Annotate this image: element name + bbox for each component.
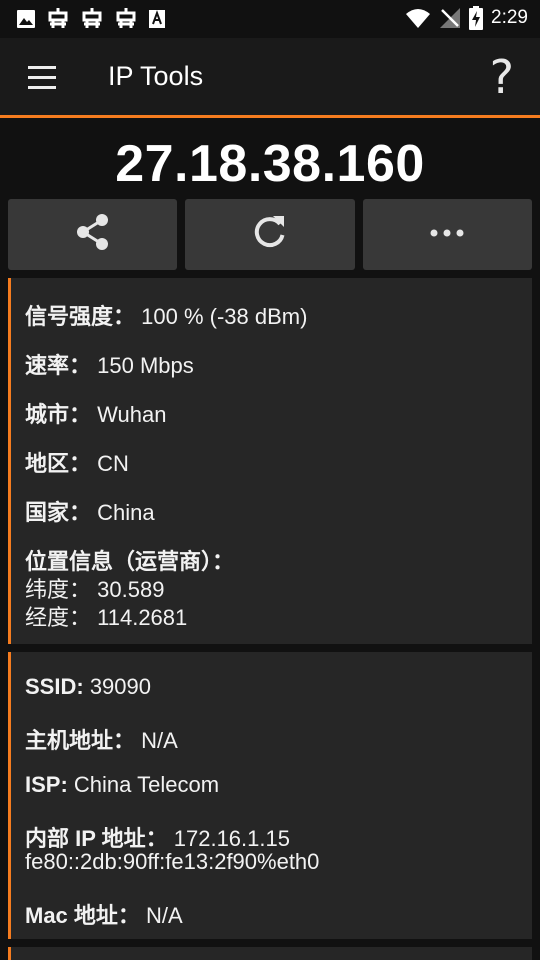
public-ip-address: 27.18.38.160: [115, 135, 425, 193]
app-bar: IP Tools ?: [0, 38, 540, 118]
ssid-label: SSID:: [25, 674, 84, 699]
host-address-label: 主机地址：: [25, 728, 136, 753]
mac-address-value: N/A: [146, 903, 183, 928]
link-speed-row: 速率： 150 Mbps: [25, 348, 194, 380]
latitude-value: 30.589: [97, 577, 165, 602]
battery-charging-icon: [469, 6, 484, 30]
help-icon[interactable]: ?: [490, 50, 514, 104]
app-title: IP Tools: [108, 61, 204, 91]
latitude-label: 纬度：: [25, 577, 92, 602]
image-icon: [16, 9, 36, 29]
status-time: 2:29: [491, 7, 528, 28]
city-row: 城市： Wuhan: [25, 397, 166, 429]
isp-value: China Telecom: [73, 772, 220, 797]
host-address-row: 主机地址： N/A: [25, 723, 178, 755]
bug-icon: [46, 7, 70, 31]
connection-info-card: SSID: 39090 主机地址： N/A ISP: China Telecom…: [8, 652, 532, 939]
share-button[interactable]: [8, 199, 178, 270]
link-speed-label: 速率：: [25, 353, 92, 378]
mac-address-row: Mac 地址： N/A: [25, 898, 183, 930]
status-bar-left: [16, 7, 166, 31]
host-address-value: N/A: [141, 728, 178, 753]
isp-label: ISP:: [25, 772, 68, 797]
link-speed-value: 150 Mbps: [97, 353, 194, 378]
action-bar: [8, 199, 532, 270]
longitude-value: 114.2681: [97, 605, 188, 630]
mac-address-label: Mac 地址：: [25, 903, 140, 928]
more-button[interactable]: [362, 199, 532, 270]
region-label: 地区：: [25, 451, 92, 476]
hamburger-menu-icon[interactable]: [26, 66, 58, 90]
status-bar: 2:29: [0, 0, 540, 38]
signal-strength-value: 100 % (-38 dBm): [141, 304, 308, 329]
ipv6-value: fe80::2db:90ff:fe13:2f90%eth0: [25, 849, 320, 874]
network-info-card: 信号强度： 100 % (-38 dBm) 速率： 150 Mbps 城市： W…: [8, 278, 532, 644]
country-value: China: [97, 500, 155, 525]
city-value: Wuhan: [97, 402, 167, 427]
internal-ip-label: 内部 IP 地址：: [25, 826, 168, 851]
ssid-row: SSID: 39090: [25, 674, 151, 700]
region-value: CN: [97, 451, 129, 476]
ipv6-row: fe80::2db:90ff:fe13:2f90%eth0: [25, 849, 319, 875]
font-icon: [148, 9, 166, 29]
refresh-icon: [251, 213, 289, 256]
longitude-row: 经度： 114.2681: [25, 600, 187, 632]
location-label: 位置信息（运营商）：: [25, 549, 235, 574]
country-row: 国家： China: [25, 495, 155, 527]
region-row: 地区： CN: [25, 446, 129, 478]
bug-icon: [80, 7, 104, 31]
wifi-icon: [405, 7, 431, 29]
city-label: 城市：: [25, 402, 92, 427]
more-icon: [429, 226, 465, 244]
bug-icon: [114, 7, 138, 31]
no-signal-icon: [439, 7, 461, 29]
next-card: [8, 947, 532, 960]
signal-strength-row: 信号强度： 100 % (-38 dBm): [25, 299, 307, 331]
country-label: 国家：: [25, 500, 92, 525]
share-icon: [73, 212, 113, 257]
isp-row: ISP: China Telecom: [25, 772, 219, 798]
longitude-label: 经度：: [25, 605, 92, 630]
refresh-button[interactable]: [185, 199, 355, 270]
signal-strength-label: 信号强度：: [25, 304, 136, 329]
internal-ip-value: 172.16.1.15: [173, 826, 290, 851]
status-bar-right: 2:29: [405, 6, 528, 30]
ssid-value: 39090: [89, 674, 151, 699]
